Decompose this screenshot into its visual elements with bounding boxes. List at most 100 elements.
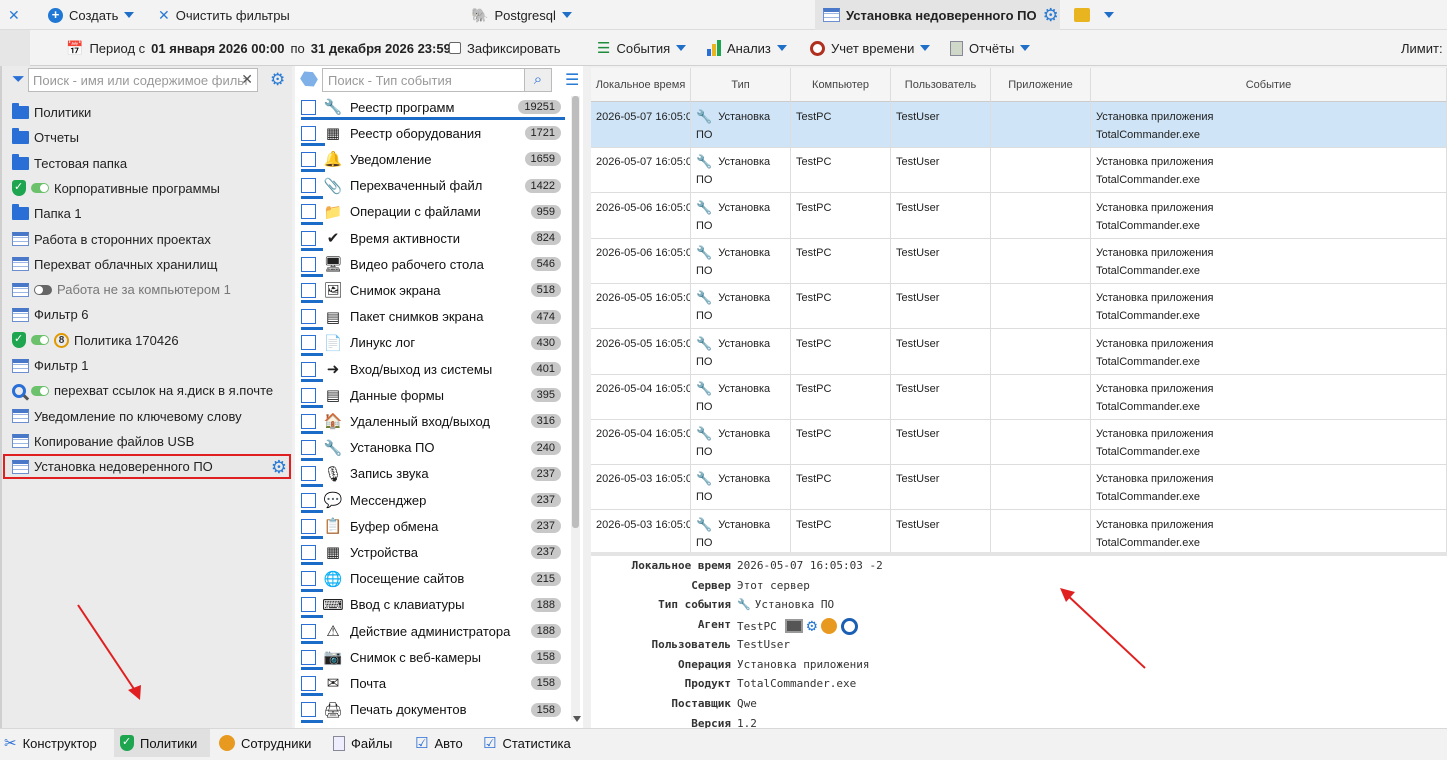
checkbox[interactable] <box>301 440 316 456</box>
event-type-item[interactable]: ✔ Время активности 824 <box>298 225 565 251</box>
tree-item[interactable]: Папка 1 <box>2 201 292 226</box>
table-row[interactable]: 2026-05-06 16:05:0 🔧 Установка ПО TestPC Test… <box>591 192 1447 239</box>
event-type-item[interactable]: 📁 Операции с файлами 959 <box>298 199 565 225</box>
event-type-item[interactable]: 📋 Буфер обмена 237 <box>298 513 565 540</box>
event-type-item[interactable]: ✉ Почта 158 <box>298 670 565 697</box>
event-type-item[interactable]: ⌨ Ввод с клавиатуры 188 <box>298 592 565 618</box>
checkbox[interactable] <box>301 544 316 560</box>
event-type-item[interactable]: ➜ Вход/выход из системы 401 <box>298 356 565 382</box>
checkbox[interactable] <box>449 42 461 54</box>
toggle-switch[interactable] <box>31 335 49 346</box>
checkbox[interactable] <box>301 309 316 325</box>
table-row[interactable]: 2026-05-04 16:05:0 🔧 Установка ПО TestPC Test… <box>591 419 1447 466</box>
fixed-checkbox[interactable]: Зафиксировать <box>449 30 561 66</box>
checkbox[interactable] <box>301 125 316 141</box>
checkbox[interactable] <box>301 99 316 115</box>
search-button[interactable]: ⌕ <box>524 68 552 92</box>
tree-item[interactable]: Тестовая папка <box>2 151 292 176</box>
tree-item[interactable]: Уведомление по ключевому слову <box>2 404 292 429</box>
clear-filters-button[interactable]: ✕ Очистить фильтры <box>158 0 290 30</box>
menu-icon[interactable]: ☰ <box>565 70 579 90</box>
time-tracking-menu[interactable]: Учет времени <box>810 30 931 66</box>
clear-search-icon[interactable]: ✕ <box>241 71 253 88</box>
close-panel-button[interactable]: ✕ <box>8 0 20 30</box>
tab-policies[interactable]: Политики <box>114 729 210 757</box>
database-selector[interactable]: 🐘 Postgresql <box>471 0 572 30</box>
checkbox[interactable] <box>301 571 316 587</box>
checkbox[interactable] <box>301 335 316 351</box>
checkbox[interactable] <box>301 649 316 665</box>
checkbox[interactable] <box>301 518 316 534</box>
column-header[interactable]: Тип <box>691 68 791 102</box>
event-type-item[interactable]: 🖼 Снимок экрана 518 <box>298 277 565 304</box>
gear-icon[interactable]: ⚙ <box>271 457 287 478</box>
event-types-scrollbar[interactable] <box>571 96 580 720</box>
event-type-item[interactable]: ▦ Реестр оборудования 1721 <box>298 120 565 147</box>
scrollbar-thumb[interactable] <box>572 96 579 528</box>
create-button[interactable]: + Создать <box>48 0 135 30</box>
settings-icon[interactable]: ⚙ <box>270 70 285 90</box>
table-row[interactable]: 2026-05-05 16:05:0 🔧 Установка ПО TestPC Test… <box>591 328 1447 375</box>
event-type-item[interactable]: 📷 Снимок с веб-камеры 158 <box>298 644 565 671</box>
tree-item[interactable]: Корпоративные программы <box>2 176 292 201</box>
tab-employees[interactable]: Сотрудники <box>219 729 311 757</box>
event-type-item[interactable]: ⚠ Действие администратора 188 <box>298 618 565 644</box>
table-row[interactable]: 2026-05-07 16:05:0 🔧 Установка ПО TestPC Test… <box>591 147 1447 194</box>
column-header[interactable]: Компьютер <box>791 68 891 102</box>
checkbox[interactable] <box>301 387 316 403</box>
filter-search-input[interactable]: Поиск - имя или содержимое фильт ✕ <box>28 68 258 92</box>
folder-menu-button[interactable] <box>1074 0 1114 30</box>
tree-item[interactable]: Политики <box>2 100 292 125</box>
event-type-item[interactable]: ▤ Пакет снимков экрана 474 <box>298 304 565 330</box>
checkbox[interactable] <box>301 204 316 220</box>
tab-untrusted-software[interactable]: Установка недоверенного ПО ⚙ <box>815 0 1060 30</box>
checkbox[interactable] <box>301 282 316 298</box>
event-type-item[interactable]: 📄 Линукс лог 430 <box>298 330 565 356</box>
tree-item[interactable]: Фильтр 1 <box>2 353 292 378</box>
tab-constructor[interactable]: ✂ Конструктор <box>4 729 97 757</box>
event-type-search-input[interactable]: Поиск - Тип события <box>322 68 550 92</box>
avatar-icon[interactable] <box>821 618 837 635</box>
checkbox[interactable] <box>301 492 316 508</box>
tree-item[interactable]: Работа в сторонних проектах <box>2 227 292 252</box>
column-header[interactable]: Пользователь <box>891 68 991 102</box>
toggle-switch[interactable] <box>34 284 52 295</box>
checkbox[interactable] <box>301 623 316 639</box>
checkbox[interactable] <box>301 151 316 167</box>
checkbox[interactable] <box>301 597 316 613</box>
event-type-item[interactable]: 🌐 Посещение сайтов 215 <box>298 566 565 592</box>
event-type-item[interactable]: 🖥 Видео рабочего стола 546 <box>298 251 565 278</box>
analysis-menu[interactable]: Анализ <box>707 30 787 66</box>
event-type-item[interactable]: 🔔 Уведомление 1659 <box>298 146 565 173</box>
checkbox[interactable] <box>301 230 316 246</box>
table-row[interactable]: 2026-05-03 16:05:0 🔧 Установка ПО TestPC Test… <box>591 464 1447 511</box>
checkbox[interactable] <box>301 675 316 691</box>
event-type-item[interactable]: 🎙 Запись звука 237 <box>298 461 565 487</box>
checkbox[interactable] <box>301 256 316 272</box>
gear-icon[interactable]: ⚙ <box>1043 5 1059 26</box>
event-type-item[interactable]: 🏠 Удаленный вход/выход 316 <box>298 408 565 435</box>
monitor-icon[interactable] <box>784 619 803 634</box>
tree-item[interactable]: перехват ссылок на я.диск в я.почте <box>2 378 292 403</box>
table-row[interactable]: 2026-05-05 16:05:0 🔧 Установка ПО TestPC Test… <box>591 283 1447 330</box>
tab-auto[interactable]: ☑ Авто <box>415 729 463 757</box>
checkbox[interactable] <box>301 361 316 377</box>
scroll-down-icon[interactable] <box>573 716 581 722</box>
event-type-item[interactable]: 🔧 Установка ПО 240 <box>298 435 565 461</box>
event-type-item[interactable]: ▤ Данные формы 395 <box>298 382 565 409</box>
gear-icon[interactable]: ⚙ <box>807 616 817 636</box>
table-row[interactable]: 2026-05-06 16:05:0 🔧 Установка ПО TestPC Test… <box>591 237 1447 284</box>
event-type-item[interactable]: 📎 Перехваченный файл 1422 <box>298 173 565 199</box>
tree-item[interactable]: Отчеты <box>2 125 292 150</box>
column-header[interactable]: Событие <box>1091 68 1447 102</box>
event-type-item[interactable]: ▦ Устройства 237 <box>298 539 565 566</box>
column-header[interactable]: Приложение <box>991 68 1091 102</box>
toggle-switch[interactable] <box>31 183 49 194</box>
toggle-switch[interactable] <box>31 385 49 396</box>
tree-item[interactable]: Перехват облачных хранилищ <box>2 252 292 277</box>
tree-item[interactable]: Копирование файлов USB <box>2 429 292 454</box>
checkbox[interactable] <box>301 702 316 718</box>
events-menu[interactable]: ☰ События <box>597 30 687 66</box>
table-row[interactable]: 2026-05-04 16:05:0 🔧 Установка ПО TestPC Test… <box>591 373 1447 420</box>
checkbox[interactable] <box>301 178 316 194</box>
